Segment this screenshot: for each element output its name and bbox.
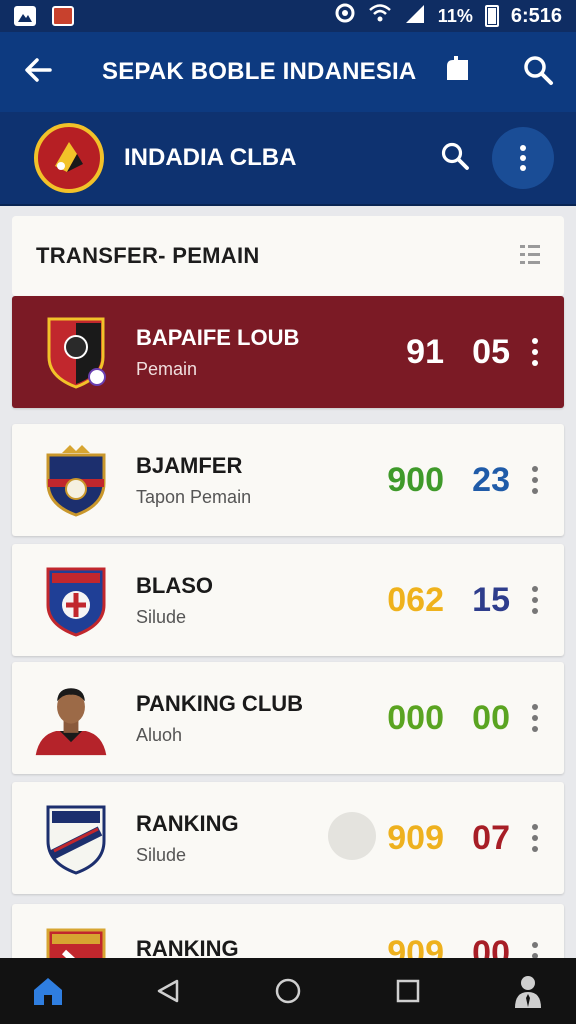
gallery-notification-icon: [14, 6, 36, 26]
row-title: BAPAIFE LOUB: [136, 324, 300, 350]
row-value-1: 000: [387, 698, 444, 737]
search-icon[interactable]: [522, 54, 554, 91]
row-value-1: 91: [406, 332, 444, 371]
row-subtitle: Tapon Pemain: [136, 486, 252, 507]
row-title: RANKING: [136, 810, 239, 836]
profile-icon[interactable]: [508, 971, 548, 1011]
list-item[interactable]: BJAMFER Tapon Pemain 900 23: [12, 424, 564, 536]
club-badge-icon: [42, 561, 110, 639]
row-value-2: 23: [472, 460, 510, 499]
notification-icon[interactable]: [442, 54, 474, 91]
more-vert-icon[interactable]: [528, 466, 542, 494]
player-avatar: [35, 679, 110, 757]
panel-title: TRANSFER- PEMAIN: [36, 243, 260, 268]
row-title: BJAMFER: [136, 452, 243, 478]
list-icon[interactable]: [518, 242, 542, 271]
bottom-nav: [0, 958, 576, 1024]
signal-icon: [404, 3, 426, 29]
panel-header: TRANSFER- PEMAIN: [12, 216, 564, 296]
more-vert-button[interactable]: [492, 127, 554, 189]
list-item[interactable]: BLASO Silude 062 15: [12, 544, 564, 656]
club-badge-icon: [42, 441, 110, 519]
ripple-circle: [328, 812, 376, 860]
home-icon[interactable]: [28, 971, 68, 1011]
club-badge-icon: [42, 799, 110, 877]
home-circle-icon[interactable]: [268, 971, 308, 1011]
row-subtitle: Silude: [136, 606, 187, 627]
row-value-2: 05: [472, 332, 510, 371]
club-name: INDADIA CLBA: [124, 144, 297, 171]
club-header: INDADIA CLBA: [0, 112, 576, 206]
app-bar: SEPAK BOBLE INDANESIA: [0, 32, 576, 112]
wifi-icon: [368, 3, 392, 29]
row-value-1: 909: [387, 818, 444, 857]
club-badge-icon: [42, 313, 110, 391]
more-vert-icon[interactable]: [528, 824, 542, 852]
clock: 6:516: [510, 4, 562, 27]
battery-icon: [484, 5, 499, 27]
more-vert-icon[interactable]: [528, 704, 542, 732]
list-item[interactable]: PANKING CLUB Aluoh 000 00: [12, 662, 564, 774]
more-vert-icon[interactable]: [528, 586, 542, 614]
row-value-2: 07: [472, 818, 510, 857]
more-vert-icon: [520, 145, 526, 171]
row-subtitle: Aluoh: [136, 724, 183, 745]
row-value-1: 062: [387, 580, 444, 619]
recents-icon[interactable]: [388, 971, 428, 1011]
row-value-2: 15: [472, 580, 510, 619]
app-title: SEPAK BOBLE INDANESIA: [102, 58, 417, 85]
row-subtitle: Silude: [136, 844, 187, 865]
sync-icon: [334, 2, 356, 30]
row-subtitle: Pemain: [136, 358, 198, 379]
row-value-1: 900: [387, 460, 444, 499]
row-title: BLASO: [136, 572, 213, 598]
list-item[interactable]: BAPAIFE LOUB Pemain 91 05: [12, 296, 564, 408]
list-item[interactable]: RANKING Silude 909 07: [12, 782, 564, 894]
row-value-2: 00: [472, 698, 510, 737]
status-bar: 11% 6:516: [0, 0, 576, 32]
back-icon[interactable]: [148, 971, 188, 1011]
row-title: PANKING CLUB: [136, 690, 304, 716]
more-vert-icon[interactable]: [528, 338, 542, 366]
club-crest-icon: [34, 123, 104, 193]
club-search-icon[interactable]: [440, 141, 470, 176]
back-arrow-icon[interactable]: [22, 54, 54, 91]
battery-percent: 11%: [437, 5, 473, 26]
app-notification-icon: [52, 6, 74, 26]
transfer-panel: TRANSFER- PEMAIN: [12, 216, 564, 296]
